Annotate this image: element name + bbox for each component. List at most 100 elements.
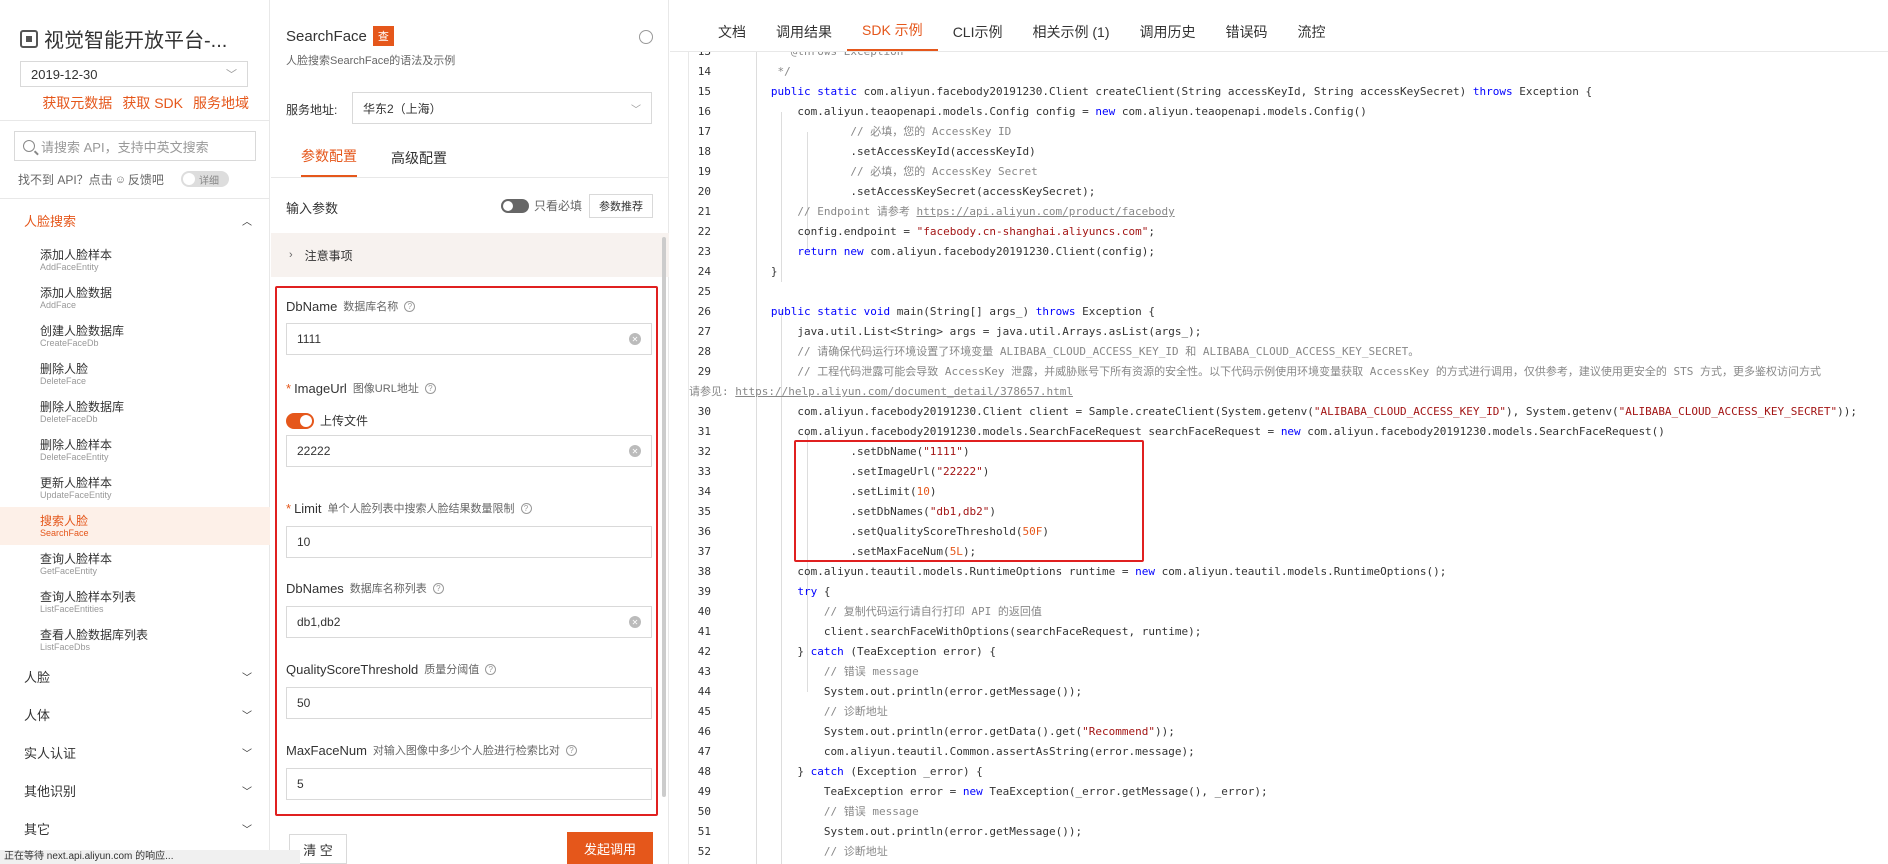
question-icon[interactable]: ? [485,663,497,675]
code-line: 24 } [697,265,778,278]
code-line: 15 public static com.aliyun.facebody2019… [697,85,1593,98]
service-region-link[interactable]: 服务地域 [193,93,249,113]
notice-label: 注意事项 [304,248,353,263]
sdk-links: 获取元数据 获取 SDK 服务地域 [42,93,249,113]
scrollbar[interactable] [662,237,666,797]
tab-docs[interactable]: 文档 [703,22,761,51]
tab-flow-control[interactable]: 流控 [1282,22,1340,51]
get-sdk-link[interactable]: 获取 SDK [122,93,183,113]
detail-toggle[interactable]: 详细 [181,171,229,187]
chevron-up-icon: ︿ [242,216,252,228]
group-other[interactable]: 其它 ﹀ [0,810,270,846]
code-editor[interactable]: 13 * @throws Exception 14 */ 15 public s… [688,52,1882,864]
divider [0,120,270,121]
code-line: 19 // 必填，您的 AccessKey Secret [697,165,1038,178]
chevron-down-icon: ﹀ [242,710,252,722]
clear-icon[interactable]: ✕ [629,616,641,628]
item-cn: 查询人脸样本列表 [40,589,137,604]
invoke-button[interactable]: 发起调用 [567,832,653,864]
tab-call-history[interactable]: 调用历史 [1124,22,1210,51]
tab-param-config[interactable]: 参数配置 [301,146,357,177]
api-type-badge: 查 [372,26,394,46]
tab-related-examples[interactable]: 相关示例 (1) [1017,22,1124,51]
question-icon[interactable]: ? [404,300,416,312]
api-title: SearchFace 查 [286,26,394,46]
sidebar-item-getfaceentity[interactable]: 查询人脸样本 GetFaceEntity [0,545,270,583]
tab-advanced-config[interactable]: 高级配置 [391,148,447,177]
code-line: 28 // 请确保代码运行环境设置了环境变量 ALIBABA_CLOUD_ACC… [697,345,1420,358]
info-icon[interactable] [639,30,653,44]
api-subtitle: 人脸搜索SearchFace的语法及示例 [286,55,456,67]
sidebar-item-deletefaceentity[interactable]: 删除人脸样本 DeleteFaceEntity [0,431,270,469]
chevron-down-icon: ﹀ [242,748,252,760]
sidebar-item-listfaceentities[interactable]: 查询人脸样本列表 ListFaceEntities [0,583,270,621]
param-desc: 数据库名称列表 [349,583,427,595]
product-logo-icon [20,29,38,48]
imageurl-input[interactable]: 22222 ✕ [286,435,652,467]
group-label: 人脸搜索 [24,213,77,229]
sidebar-item-deletefacedb[interactable]: 删除人脸数据库 DeleteFaceDb [0,393,270,431]
get-metadata-link[interactable]: 获取元数据 [42,93,112,113]
tab-cli-example[interactable]: CLI示例 [938,22,1018,51]
item-cn: 查询人脸样本 [40,551,113,566]
upload-file-toggle[interactable]: 上传文件 [286,412,368,429]
feedback-link[interactable]: 反馈吧 [128,171,164,188]
group-realname[interactable]: 实人认证 ﹀ [0,734,270,770]
endpoint-value: 华东2（上海） [363,101,442,116]
sidebar-item-searchface[interactable]: 搜索人脸 SearchFace [0,507,270,545]
question-icon[interactable]: ? [565,744,577,756]
highlight-box [794,440,1144,562]
question-icon[interactable]: ? [520,502,532,514]
version-select[interactable]: 2019-12-30 ﹀ [20,61,248,87]
item-en: ListFaceDbs [40,641,91,652]
code-line: 27 java.util.List<String> args = java.ut… [697,325,1202,338]
tab-error-codes[interactable]: 错误码 [1210,22,1282,51]
param-recommend-button[interactable]: 参数推荐 [589,194,653,218]
sidebar-item-addface[interactable]: 添加人脸数据 AddFace [0,279,270,317]
quality-input[interactable]: 50 [286,687,652,719]
toggle-off-icon [501,198,529,213]
tab-sdk-example[interactable]: SDK 示例 [847,20,938,51]
code-line: 23 return new com.aliyun.facebody2019123… [697,245,1155,258]
toggle-on-icon [286,412,314,429]
param-panel: SearchFace 查 人脸搜索SearchFace的语法及示例 服务地址: … [271,0,669,864]
endpoint-select[interactable]: 华东2（上海） ﹀ [352,92,652,124]
notice-collapse[interactable]: › 注意事项 [271,233,669,277]
sidebar-item-updatefaceentity[interactable]: 更新人脸样本 UpdateFaceEntity [0,469,270,507]
code-line: 44 System.out.println(error.getMessage()… [697,685,1083,698]
tab-call-result[interactable]: 调用结果 [761,22,847,51]
limit-input[interactable]: 10 [286,526,652,558]
sidebar-item-deleteface[interactable]: 删除人脸 DeleteFace [0,355,270,393]
clear-icon[interactable]: ✕ [629,333,641,345]
question-icon[interactable]: ? [424,382,436,394]
group-face-search[interactable]: 人脸搜索 ︿ [0,202,270,238]
code-line: 38 com.aliyun.teautil.models.RuntimeOpti… [697,565,1447,578]
code-line: 52 // 诊断地址 [697,845,888,858]
chevron-down-icon: ﹀ [226,69,237,81]
sidebar-item-listfacedbs[interactable]: 查看人脸数据库列表 ListFaceDbs [0,621,270,659]
input-value: 5 [297,777,304,791]
maxface-input[interactable]: 5 [286,768,652,800]
input-params-heading: 输入参数 [286,201,339,216]
group-label: 人体 [24,707,51,723]
required-only-label: 只看必填 [534,199,583,213]
api-search-input[interactable]: 请搜索 API，支持中英文搜索 [14,131,256,161]
imageurl-label: * ImageUrl 图像URL地址 ? [286,380,436,396]
param-desc: 单个人脸列表中搜索人脸结果数量限制 [327,503,515,515]
code-line: 26 public static void main(String[] args… [697,305,1156,318]
toggle-knob [183,173,195,185]
group-other-recog[interactable]: 其他识别 ﹀ [0,772,270,808]
sidebar-item-createfacedb[interactable]: 创建人脸数据库 CreateFaceDb [0,317,270,355]
sidebar-item-addfaceentity[interactable]: 添加人脸样本 AddFaceEntity [0,241,270,279]
param-desc: 数据库名称 [343,301,399,313]
dbname-input[interactable]: 1111 ✕ [286,323,652,355]
clear-icon[interactable]: ✕ [629,445,641,457]
group-body[interactable]: 人体 ﹀ [0,696,270,732]
code-line: 14 */ [697,65,791,78]
brand[interactable]: 视觉智能开放平台-... [20,24,227,53]
required-only-switch[interactable]: 只看必填 [501,197,582,214]
dbnames-input[interactable]: db1,db2 ✕ [286,606,652,638]
code-line: 40 // 复制代码运行请自行打印 API 的返回值 [697,605,1042,618]
question-icon[interactable]: ? [432,582,444,594]
group-face[interactable]: 人脸 ﹀ [0,658,270,694]
